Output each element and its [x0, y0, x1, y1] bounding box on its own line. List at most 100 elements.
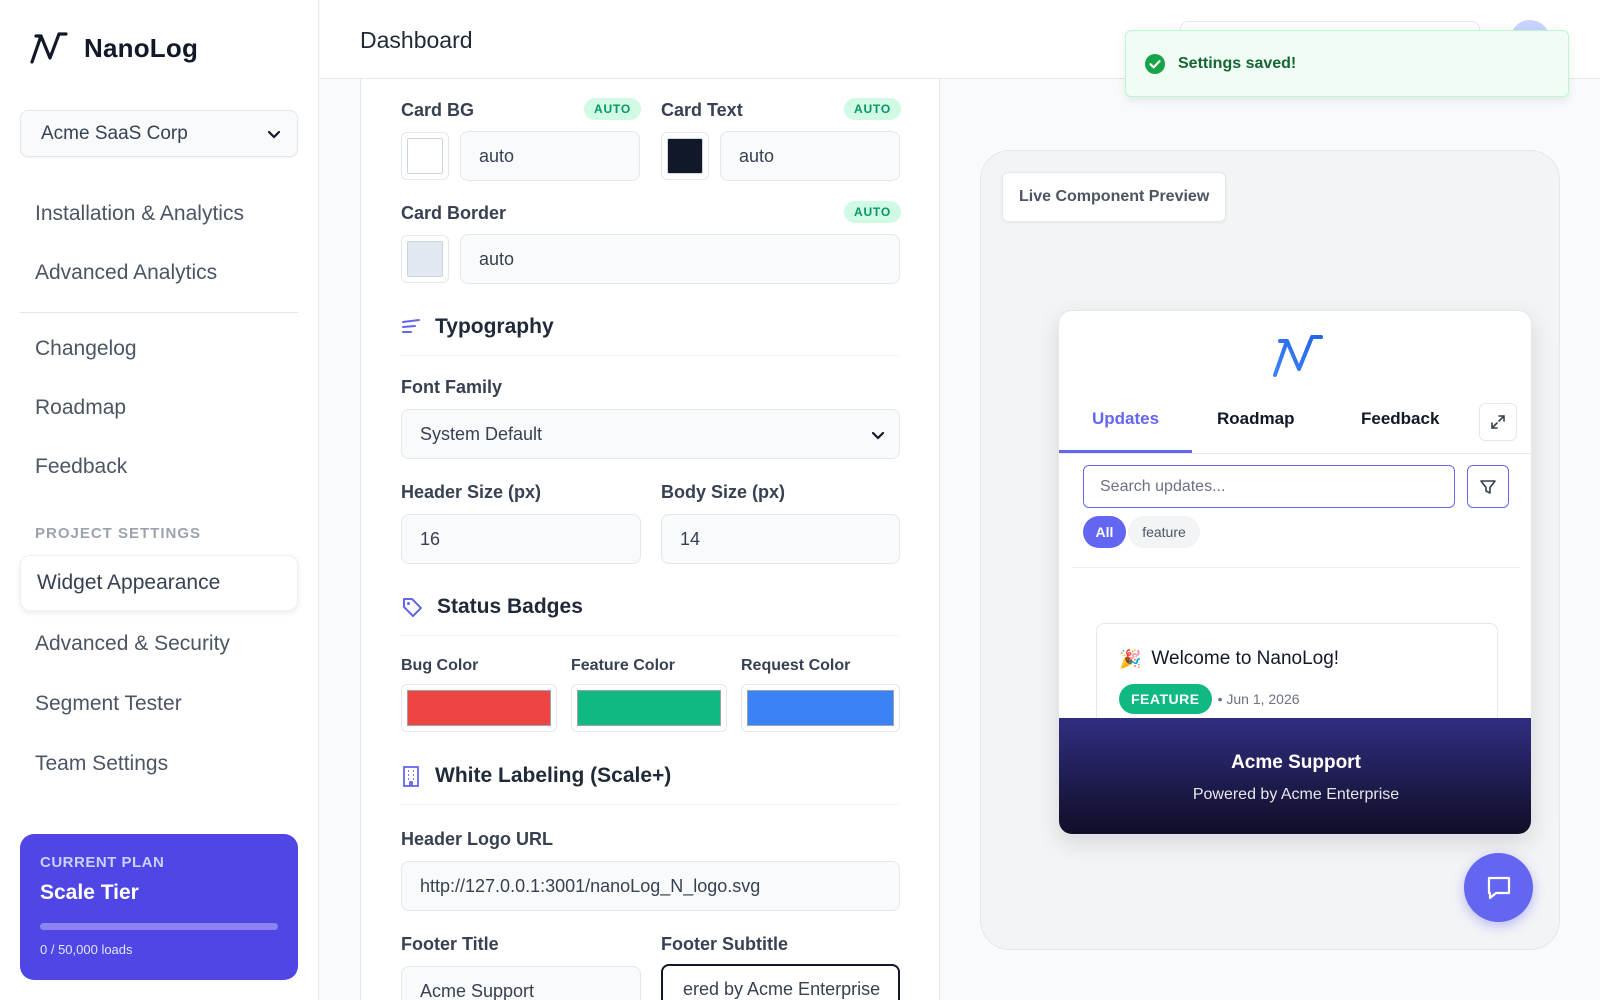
section-divider — [401, 635, 899, 636]
brand[interactable]: NanoLog — [28, 30, 198, 66]
chevron-down-icon — [267, 130, 281, 139]
request-color-picker[interactable] — [741, 684, 900, 732]
page-title: Dashboard — [360, 27, 473, 53]
text-lines-icon — [402, 319, 420, 333]
plan-usage-text: 0 / 50,000 loads — [40, 942, 133, 957]
chevron-down-icon — [871, 431, 885, 440]
post-date: • Jun 1, 2026 — [1217, 691, 1300, 707]
plan-card[interactable]: CURRENT PLAN Scale Tier 0 / 50,000 loads — [20, 834, 298, 980]
widget-footer-title: Acme Support — [1231, 752, 1361, 773]
card-text-swatch-color — [667, 138, 703, 174]
card-text-swatch[interactable] — [661, 132, 709, 180]
card-bg-swatch[interactable] — [401, 132, 449, 180]
toast-text: Settings saved! — [1178, 54, 1297, 72]
feature-color-label: Feature Color — [571, 657, 676, 674]
widget-search-input[interactable]: Search updates... — [1083, 465, 1455, 508]
org-select-value: Acme SaaS Corp — [41, 122, 188, 144]
card-border-input[interactable]: auto — [460, 234, 900, 284]
request-color-label: Request Color — [741, 657, 851, 674]
request-color-fill — [747, 690, 894, 726]
widget-tab-updates[interactable]: Updates — [1092, 409, 1159, 429]
post-title-row: 🎉 Welcome to NanoLog! — [1119, 648, 1339, 670]
sidebar-item-changelog[interactable]: Changelog — [35, 337, 137, 361]
filter-pill-feature[interactable]: feature — [1128, 516, 1200, 548]
org-select[interactable]: Acme SaaS Corp — [20, 110, 298, 157]
live-preview-chip: Live Component Preview — [1002, 172, 1227, 222]
widget-preview: Updates Roadmap Feedback Search updates.… — [1058, 310, 1532, 835]
expand-icon — [1491, 415, 1505, 429]
typography-section-title: Typography — [401, 315, 554, 339]
appearance-settings-panel: Card BG AUTO auto Card Text AUTO auto Ca… — [360, 79, 940, 1000]
status-badges-title: Status Badges — [437, 595, 583, 618]
widget-footer-subtitle: Powered by Acme Enterprise — [1192, 786, 1400, 803]
font-family-label: Font Family — [401, 377, 503, 397]
widget-tab-roadmap[interactable]: Roadmap — [1217, 409, 1294, 429]
card-border-auto-badge: AUTO — [844, 201, 901, 223]
nanolog-logo-icon — [30, 32, 68, 64]
white-labeling-title: White Labeling (Scale+) — [435, 764, 672, 787]
card-bg-input[interactable]: auto — [460, 131, 640, 181]
font-family-value: System Default — [420, 423, 543, 444]
status-badges-section-title: Status Badges — [401, 595, 583, 619]
sidebar-item-advanced-security[interactable]: Advanced & Security — [35, 632, 230, 656]
party-popper-icon: 🎉 — [1119, 648, 1142, 669]
feature-color-fill — [577, 690, 721, 726]
widget-tab-feedback[interactable]: Feedback — [1361, 409, 1439, 429]
card-text-auto-badge: AUTO — [844, 98, 901, 120]
chat-launcher-button[interactable] — [1464, 853, 1533, 922]
chat-bubble-icon — [1487, 876, 1510, 899]
filter-icon — [1480, 479, 1496, 494]
typography-title: Typography — [435, 315, 554, 338]
nanolog-logo-icon — [1273, 335, 1323, 377]
feature-color-picker[interactable] — [571, 684, 727, 732]
feature-badge: FEATURE — [1119, 684, 1212, 714]
toast-notification: Settings saved! — [1125, 30, 1569, 97]
sidebar: NanoLog Acme SaaS Corp Installation & An… — [0, 0, 319, 1000]
header-logo-url-input[interactable]: http://127.0.0.1:3001/nanoLog_N_logo.svg — [401, 861, 900, 911]
sidebar-item-installation-analytics[interactable]: Installation & Analytics — [35, 202, 244, 226]
plan-name: Scale Tier — [40, 881, 139, 904]
card-border-label: Card Border — [401, 203, 507, 223]
plan-label: CURRENT PLAN — [40, 854, 165, 871]
bug-color-picker[interactable] — [401, 684, 557, 732]
plan-usage-bar — [40, 923, 278, 930]
card-bg-label: Card BG — [401, 100, 475, 120]
card-bg-swatch-color — [407, 138, 443, 174]
body-size-input[interactable]: 14 — [661, 514, 900, 564]
filter-pill-all[interactable]: All — [1083, 516, 1126, 548]
sidebar-divider — [20, 312, 298, 313]
tag-icon — [403, 598, 422, 617]
card-text-input[interactable]: auto — [720, 131, 900, 181]
card-bg-auto-badge: AUTO — [584, 98, 641, 120]
sidebar-section-project-settings: PROJECT SETTINGS — [35, 525, 202, 542]
app-name: NanoLog — [84, 32, 199, 63]
building-icon — [403, 766, 419, 787]
bug-color-fill — [407, 690, 551, 726]
header-size-label: Header Size (px) — [401, 482, 542, 502]
filter-button[interactable] — [1467, 465, 1509, 508]
footer-subtitle-label: Footer Subtitle — [661, 934, 788, 954]
section-divider — [401, 355, 899, 356]
white-labeling-section-title: White Labeling (Scale+) — [401, 764, 671, 788]
widget-footer: Acme Support Powered by Acme Enterprise — [1059, 718, 1531, 834]
card-border-swatch[interactable] — [401, 235, 449, 283]
bug-color-label: Bug Color — [401, 657, 479, 674]
sidebar-item-segment-tester[interactable]: Segment Tester — [35, 692, 182, 716]
expand-button[interactable] — [1479, 403, 1517, 441]
sidebar-item-feedback[interactable]: Feedback — [35, 455, 127, 479]
body-size-label: Body Size (px) — [661, 482, 786, 502]
filter-divider — [1071, 567, 1521, 568]
header-logo-url-label: Header Logo URL — [401, 829, 554, 849]
sidebar-item-advanced-analytics[interactable]: Advanced Analytics — [35, 261, 217, 285]
section-divider — [401, 804, 899, 805]
sidebar-item-roadmap[interactable]: Roadmap — [35, 396, 126, 420]
check-circle-icon — [1145, 53, 1165, 74]
sidebar-item-widget-appearance[interactable]: Widget Appearance — [20, 555, 298, 611]
post-card[interactable]: 🎉 Welcome to NanoLog! FEATURE • Jun 1, 2… — [1096, 623, 1498, 733]
sidebar-item-team-settings[interactable]: Team Settings — [35, 752, 168, 776]
footer-subtitle-input[interactable]: ered by Acme Enterprise — [661, 964, 900, 1000]
font-family-select[interactable]: System Default — [401, 409, 900, 459]
footer-title-input[interactable]: Acme Support — [401, 966, 641, 1000]
header-size-input[interactable]: 16 — [401, 514, 641, 564]
card-text-label: Card Text — [661, 100, 743, 120]
